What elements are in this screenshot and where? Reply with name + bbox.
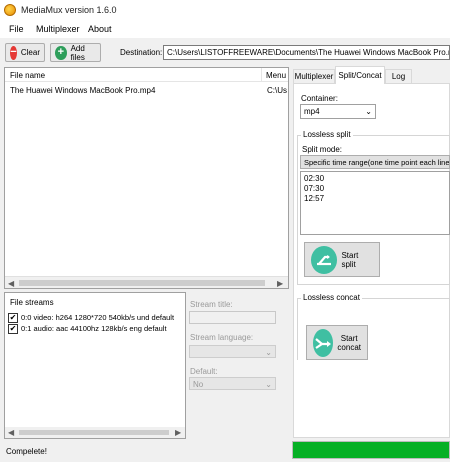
stream-language-select[interactable]: ⌄: [189, 345, 276, 358]
tab-multiplexer[interactable]: Multiplexer: [293, 69, 335, 83]
column-header-menu-label: Menu: [266, 71, 287, 80]
column-header-file-name-label: File name: [10, 71, 46, 80]
menu-file[interactable]: File: [9, 24, 24, 34]
container-select-value: mp4: [304, 107, 320, 116]
progress-fill: [293, 442, 449, 458]
lossless-split-label: Lossless split: [301, 130, 353, 139]
container-select[interactable]: mp4 ⌄: [300, 104, 376, 119]
start-split-button[interactable]: Start split: [304, 242, 380, 277]
default-select[interactable]: No ⌄: [189, 377, 276, 390]
split-mode-select[interactable]: Specific time range(one time point each …: [300, 155, 450, 169]
file-name-cell: The Huawei Windows MacBook Pro.mp4: [10, 86, 156, 95]
stream-item-text: 0:1 audio: aac 44100hz 128kb/s eng defau…: [21, 324, 167, 333]
stream-language-label: Stream language:: [190, 333, 254, 342]
chevron-down-icon: ⌄: [265, 348, 272, 357]
split-mode-label: Split mode:: [302, 145, 343, 154]
destination-input[interactable]: C:\Users\LISTOFFREEWARE\Documents\The Hu…: [163, 45, 450, 60]
scrollbar-thumb[interactable]: [19, 280, 265, 286]
file-streams-label: File streams: [10, 298, 54, 307]
stream-title-input[interactable]: [189, 311, 276, 324]
split-icon: [311, 245, 338, 274]
time-point-line: 07:30: [304, 184, 325, 193]
tab-log-label: Log: [391, 72, 406, 81]
stream-checkbox[interactable]: ✔: [8, 323, 18, 334]
menu-multiplexer[interactable]: Multiplexer: [36, 24, 80, 34]
scroll-left-icon[interactable]: ◀: [8, 279, 14, 288]
start-concat-label-line: concat: [337, 342, 361, 352]
container-label: Container:: [301, 94, 338, 103]
chevron-down-icon: ⌄: [365, 107, 372, 116]
clear-button-label: Clear: [20, 48, 40, 57]
column-header-menu[interactable]: Menu: [262, 68, 288, 82]
streams-scrollbar[interactable]: ◀ ▶: [5, 427, 185, 438]
tab-split-concat[interactable]: Split/Concat: [335, 66, 385, 84]
time-point-line: 12:57: [304, 194, 325, 203]
minus-icon: −: [10, 45, 17, 60]
concat-icon: [313, 328, 334, 357]
start-concat-button[interactable]: Start concat: [306, 325, 368, 360]
add-files-button[interactable]: + Add files: [50, 43, 101, 62]
stream-checkbox[interactable]: ✔: [8, 312, 18, 323]
lossless-concat-label: Lossless concat: [301, 293, 362, 302]
stream-item[interactable]: ✔ 0:1 audio: aac 44100hz 128kb/s eng def…: [8, 323, 186, 334]
stream-item[interactable]: ✔ 0:0 video: h264 1280*720 540kb/s und d…: [8, 312, 186, 323]
destination-label: Destination:: [120, 48, 163, 57]
scroll-right-icon[interactable]: ▶: [175, 428, 181, 437]
progress-bar: [292, 441, 450, 459]
default-label: Default:: [190, 367, 218, 376]
scroll-left-icon[interactable]: ◀: [8, 428, 14, 437]
tab-split-concat-label: Split/Concat: [338, 71, 382, 80]
table-row[interactable]: The Huawei Windows MacBook Pro.mp4 C:\Us: [5, 84, 288, 96]
default-select-value: No: [193, 380, 204, 389]
file-list-scrollbar[interactable]: ◀ ▶: [5, 276, 288, 288]
tab-multiplexer-label: Multiplexer: [294, 72, 334, 81]
scrollbar-thumb[interactable]: [19, 430, 169, 435]
start-split-label: Start split: [341, 250, 359, 269]
file-list[interactable]: [4, 67, 289, 289]
plus-icon: +: [55, 45, 67, 60]
add-files-button-label: Add files: [70, 43, 85, 62]
stream-item-text: 0:0 video: h264 1280*720 540kb/s und def…: [21, 313, 175, 322]
column-header-file-name[interactable]: File name: [5, 68, 262, 82]
menu-cell: C:\Us: [267, 86, 287, 95]
menu-about[interactable]: About: [88, 24, 112, 34]
start-concat-label: Start concat: [337, 334, 361, 352]
clear-button[interactable]: − Clear: [5, 43, 45, 62]
tab-log[interactable]: Log: [385, 69, 412, 83]
scroll-right-icon[interactable]: ▶: [277, 279, 283, 288]
stream-title-label: Stream title:: [190, 300, 233, 309]
app-icon: [4, 4, 16, 16]
time-point-line: 02:30: [304, 174, 325, 183]
status-text: Compelete!: [6, 447, 47, 456]
start-concat-label-line: Start: [340, 333, 358, 343]
window-title: MediaMux version 1.6.0: [21, 5, 117, 15]
time-points-textarea[interactable]: 02:30 07:30 12:57: [300, 171, 450, 235]
chevron-down-icon: ⌄: [265, 380, 272, 389]
